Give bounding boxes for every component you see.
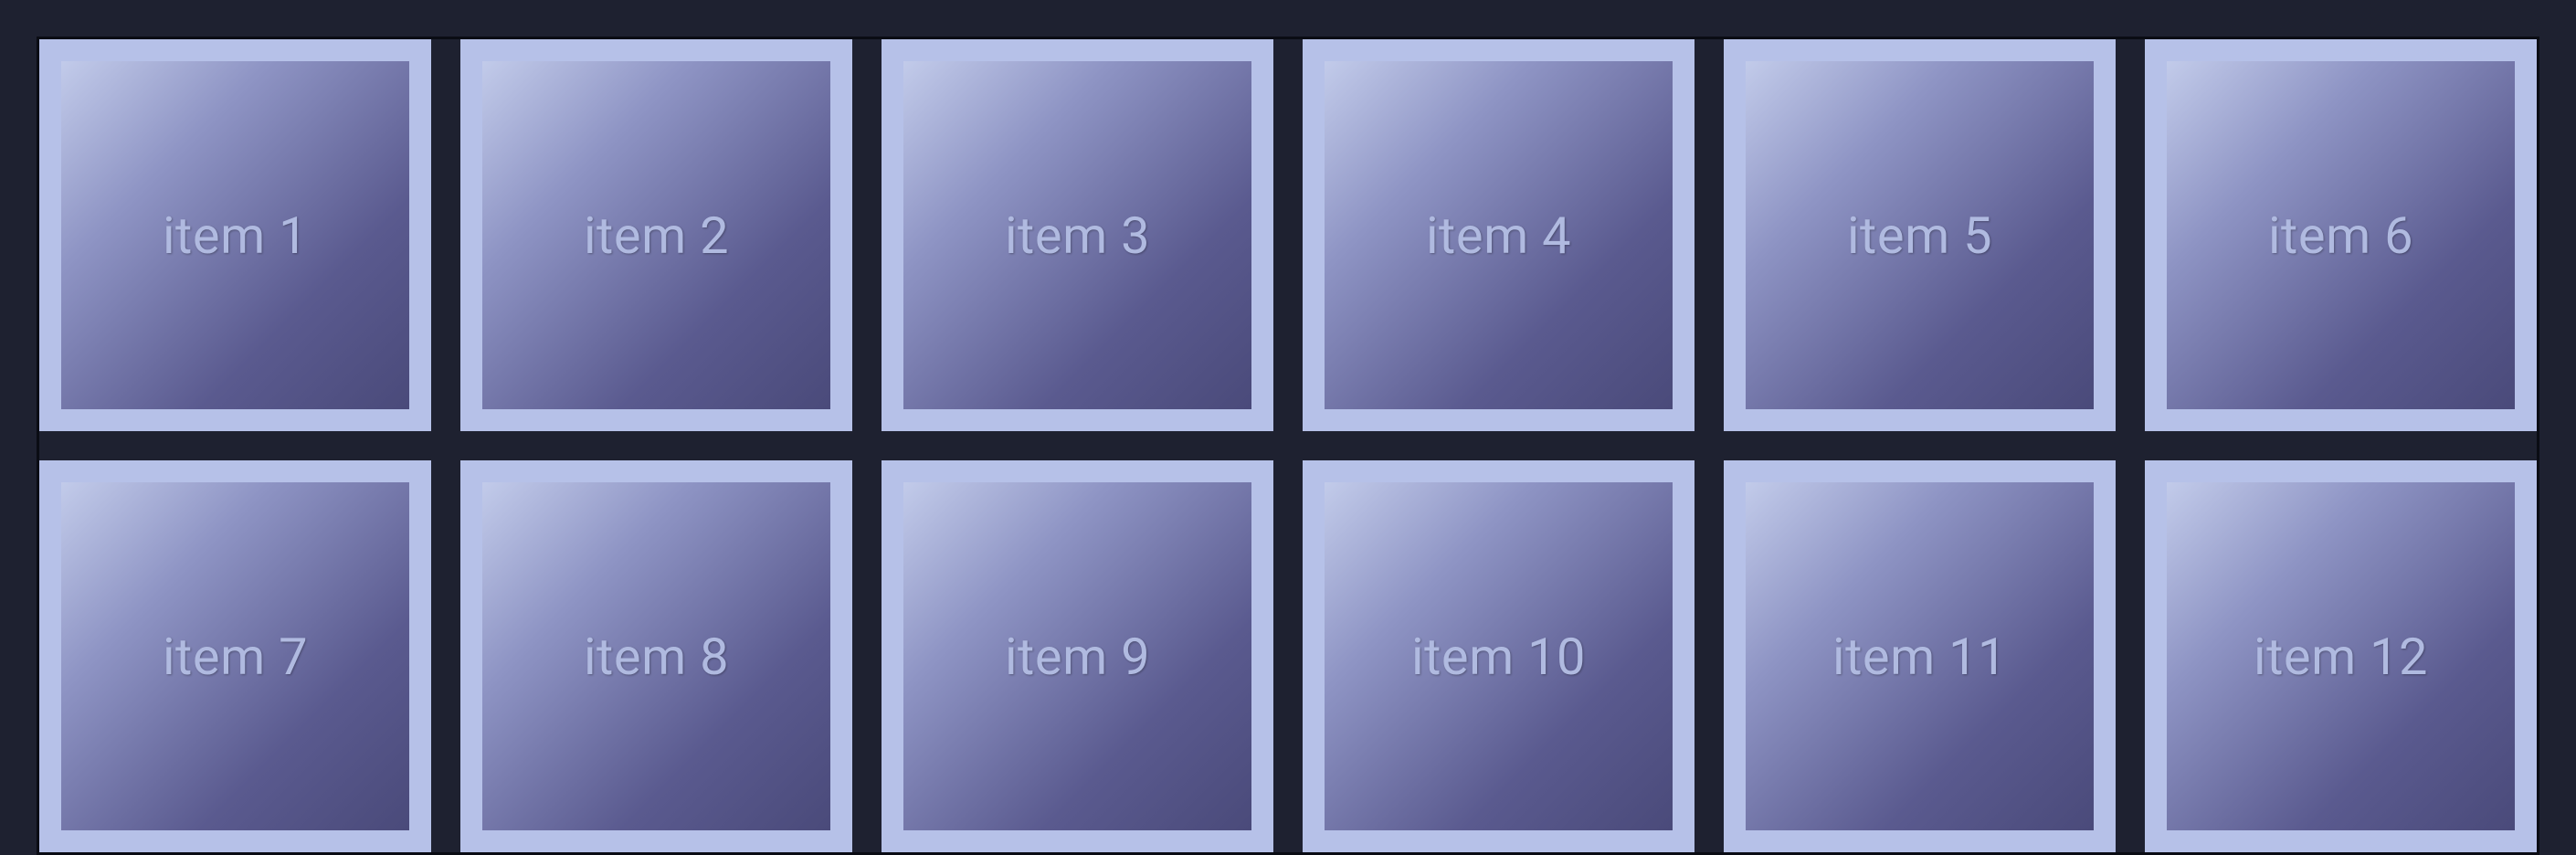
item-label: item 9 (1005, 627, 1150, 687)
item-label: item 3 (1005, 206, 1150, 266)
item-label: item 6 (2268, 206, 2413, 266)
grid-item[interactable]: item 3 (882, 39, 1273, 431)
grid-item-inner: item 9 (903, 482, 1251, 830)
grid-item[interactable]: item 12 (2145, 460, 2537, 852)
grid-item-inner: item 3 (903, 61, 1251, 409)
item-label: item 10 (1411, 627, 1586, 687)
grid-item-inner: item 1 (61, 61, 409, 409)
item-label: item 8 (584, 627, 729, 687)
item-label: item 12 (2254, 627, 2428, 687)
grid-item-inner: item 5 (1746, 61, 2094, 409)
item-label: item 11 (1832, 627, 2007, 687)
grid-item[interactable]: item 7 (39, 460, 431, 852)
grid-item[interactable]: item 8 (460, 460, 852, 852)
grid-item-inner: item 7 (61, 482, 409, 830)
grid-item[interactable]: item 4 (1303, 39, 1694, 431)
item-label: item 4 (1426, 206, 1571, 266)
grid-item-inner: item 10 (1325, 482, 1673, 830)
item-label: item 7 (163, 627, 308, 687)
grid-item-inner: item 2 (482, 61, 830, 409)
grid-item-inner: item 12 (2167, 482, 2515, 830)
grid-item[interactable]: item 9 (882, 460, 1273, 852)
grid-item-inner: item 4 (1325, 61, 1673, 409)
grid-item[interactable]: item 11 (1724, 460, 2116, 852)
grid-item-inner: item 6 (2167, 61, 2515, 409)
grid-item-inner: item 11 (1746, 482, 2094, 830)
grid-item[interactable]: item 10 (1303, 460, 1694, 852)
grid-item-inner: item 8 (482, 482, 830, 830)
grid-item[interactable]: item 1 (39, 39, 431, 431)
item-label: item 5 (1847, 206, 1992, 266)
grid-item[interactable]: item 6 (2145, 39, 2537, 431)
item-label: item 2 (584, 206, 729, 266)
item-label: item 1 (163, 206, 308, 266)
grid-container: item 1 item 2 item 3 item 4 item 5 item … (37, 37, 2539, 855)
grid-item[interactable]: item 2 (460, 39, 852, 431)
grid-item[interactable]: item 5 (1724, 39, 2116, 431)
